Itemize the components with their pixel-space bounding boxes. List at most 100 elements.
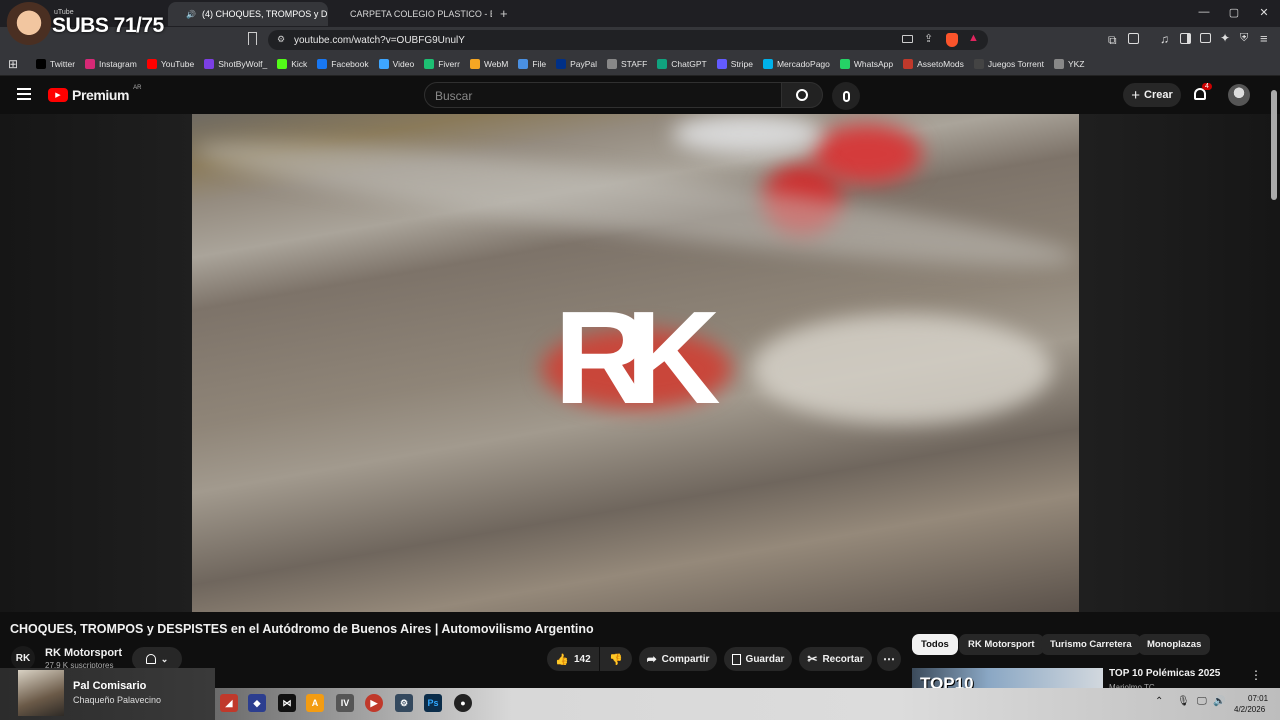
share-icon[interactable]: ⇪	[924, 32, 933, 45]
clip-button[interactable]: ✂ Recortar	[799, 647, 872, 671]
app-icon-5[interactable]: IV	[336, 694, 354, 712]
more-actions-button[interactable]: ⋯	[877, 647, 901, 671]
save-button[interactable]: Guardar	[724, 647, 792, 671]
app-icon-2[interactable]: ◆	[248, 694, 266, 712]
leo-ai-icon[interactable]: ✦	[1220, 31, 1230, 45]
chip-rk-motorsport[interactable]: RK Motorsport	[959, 634, 1044, 655]
chip-monoplazas[interactable]: Monoplazas	[1138, 634, 1211, 655]
video-frame[interactable]: RK	[192, 114, 1079, 612]
site-info-icon[interactable]: ⚙	[277, 34, 285, 45]
search-button[interactable]	[781, 82, 823, 108]
share-button[interactable]: ➦ Compartir	[639, 647, 717, 671]
photoshop-icon[interactable]: Ps	[424, 694, 442, 712]
chevron-down-icon: ⌄	[160, 653, 169, 664]
tab-inactive[interactable]: CARPETA COLEGIO PLASTICO - Brave	[332, 2, 492, 26]
wallet-icon[interactable]	[1128, 33, 1139, 44]
bookmark-icon	[903, 58, 914, 69]
minimize-button[interactable]: —	[1194, 6, 1214, 18]
bookmark-label: Juegos Torrent	[987, 58, 1044, 69]
notifications-button[interactable]: 4	[1192, 83, 1212, 104]
bookmark-icon	[657, 58, 668, 69]
bookmark-whatsapp[interactable]: WhatsApp	[839, 58, 893, 69]
brave-rewards-icon[interactable]: ▲	[968, 32, 979, 44]
plus-icon: +	[1131, 86, 1140, 104]
channel-watermark-logo: RK	[554, 284, 721, 431]
channel-avatar[interactable]: RK	[11, 646, 35, 670]
bookmark-juegos-torrent[interactable]: Juegos Torrent	[973, 58, 1044, 69]
bookmark-stripe[interactable]: Stripe	[716, 58, 753, 69]
bookmark-kick[interactable]: Kick	[277, 58, 307, 69]
bookmark-label: AssetoMods	[917, 58, 964, 69]
volume-icon[interactable]: 🔊	[1213, 696, 1225, 707]
clip-label: Recortar	[822, 653, 864, 665]
bookmark-youtube[interactable]: YouTube	[146, 58, 194, 69]
app-icon-6[interactable]: ▶	[365, 694, 383, 712]
address-bar[interactable]: ⚙ youtube.com/watch?v=OUBFG9UnulY ⇪ ▲	[268, 30, 988, 50]
channel-name[interactable]: RK Motorsport	[45, 647, 122, 659]
youtube-logo[interactable]: ▶ Premium AR	[48, 85, 141, 103]
wallet2-icon[interactable]	[1200, 33, 1211, 43]
bookmark-facebook[interactable]: Facebook	[317, 58, 369, 69]
network-icon[interactable]: 🖵	[1197, 696, 1207, 707]
speaker-icon[interactable]: 🔊	[186, 10, 196, 19]
bookmark-file[interactable]: File	[518, 58, 547, 69]
bookmark-staff[interactable]: STAFF	[607, 58, 647, 69]
app-icon-1[interactable]: ◢	[220, 694, 238, 712]
app-icon-9[interactable]: ●	[454, 694, 472, 712]
more-icon: ⋯	[883, 652, 895, 666]
clock-time[interactable]: 07:01	[1248, 694, 1268, 703]
search-input[interactable]: Buscar	[424, 82, 782, 108]
sidebar-icon[interactable]	[1180, 33, 1191, 44]
bookmark-assetomods[interactable]: AssetoMods	[903, 58, 964, 69]
close-window-button[interactable]: ✕	[1254, 6, 1274, 19]
now-playing-widget[interactable]: Pal Comisario Chaqueño Palavecino	[0, 668, 215, 720]
chip-turismo-carretera[interactable]: Turismo Carretera	[1041, 634, 1141, 655]
maximize-button[interactable]: ▢	[1224, 6, 1244, 19]
media-icon[interactable]: ♫	[1160, 32, 1169, 46]
new-tab-button[interactable]: +	[500, 6, 508, 21]
brave-shield-icon[interactable]	[946, 33, 958, 47]
dislike-button[interactable]: 👎	[600, 647, 632, 671]
recommended-more-icon[interactable]: ⋮	[1250, 668, 1262, 682]
account-avatar[interactable]	[1228, 84, 1250, 106]
bookmark-shotbywolf-[interactable]: ShotByWolf_	[204, 58, 267, 69]
tab-title: (4) CHOQUES, TROMPOS y DES	[201, 9, 328, 19]
tab-active[interactable]: 🔊 (4) CHOQUES, TROMPOS y DES ✕	[168, 2, 328, 26]
app-icon-4[interactable]: A	[306, 694, 324, 712]
video-player[interactable]: RK	[0, 90, 1280, 612]
bookmark-mercadopago[interactable]: MercadoPago	[762, 58, 830, 69]
bookmark-star-icon[interactable]	[248, 32, 257, 45]
bookmark-paypal[interactable]: PayPal	[556, 58, 597, 69]
voice-search-button[interactable]	[832, 82, 860, 110]
bookmark-video[interactable]: Video	[378, 58, 414, 69]
create-label: Crear	[1144, 89, 1173, 101]
bookmark-icon	[277, 58, 288, 69]
bookmark-icon	[469, 58, 480, 69]
recommended-title[interactable]: TOP 10 Polémicas 2025	[1109, 668, 1220, 679]
app-icon-7[interactable]: ⚙	[395, 694, 413, 712]
install-icon[interactable]	[902, 35, 913, 43]
bookmark-webm[interactable]: WebM	[469, 58, 508, 69]
recommended-thumbnail[interactable]: TOP10	[912, 668, 1103, 690]
vpn-icon[interactable]: ⛨	[1240, 32, 1248, 45]
like-button[interactable]: 👍 142	[547, 647, 599, 671]
bookmark-fiverr[interactable]: Fiverr	[424, 58, 460, 69]
bookmark-icon	[973, 58, 984, 69]
address-toolbar: ⚙ youtube.com/watch?v=OUBFG9UnulY ⇪ ▲ ⧉ …	[0, 27, 1280, 52]
bookmark-ykz[interactable]: YKZ	[1053, 58, 1084, 69]
guide-menu-icon[interactable]	[17, 88, 31, 100]
clock-date[interactable]: 4/2/2026	[1234, 705, 1265, 714]
mic-tray-icon[interactable]: 🎙	[1177, 696, 1190, 707]
extensions-icon[interactable]: ⧉	[1108, 33, 1117, 48]
create-button[interactable]: + Crear	[1123, 83, 1181, 107]
app-icon-3[interactable]: ⋈	[278, 694, 296, 712]
apps-grid-icon[interactable]: ⊞	[8, 57, 18, 71]
tray-chevron-icon[interactable]: ⌃	[1155, 696, 1163, 707]
menu-icon[interactable]: ≡	[1260, 31, 1268, 46]
scrollbar-thumb[interactable]	[1271, 90, 1277, 200]
bookmark-label: File	[532, 58, 547, 69]
bookmark-instagram[interactable]: Instagram	[85, 58, 137, 69]
chip-todos[interactable]: Todos	[912, 634, 958, 655]
bookmark-chatgpt[interactable]: ChatGPT	[657, 58, 707, 69]
bookmark-twitter[interactable]: Twitter	[36, 58, 75, 69]
